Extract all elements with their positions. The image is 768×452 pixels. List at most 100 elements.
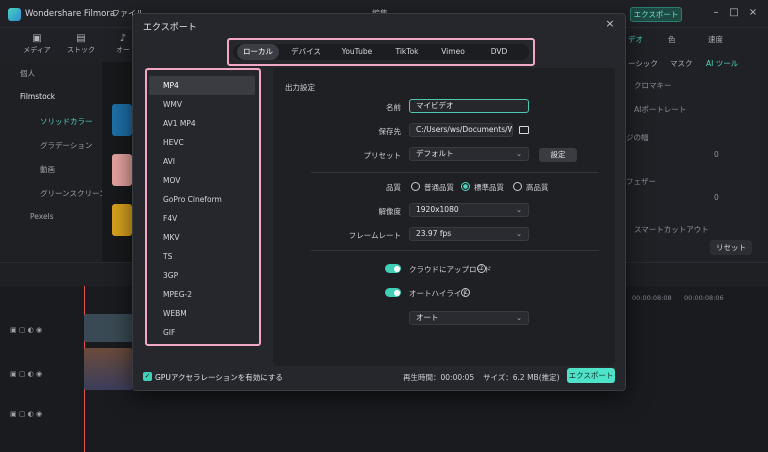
format-mov[interactable]: MOV — [149, 171, 255, 190]
format-ts[interactable]: TS — [149, 247, 255, 266]
chevron-down-icon: ⌄ — [516, 206, 522, 214]
filmora-logo-icon — [8, 8, 21, 21]
chevron-down-icon: ⌄ — [516, 150, 522, 158]
track-controls[interactable]: ▣ ▢ ◐ ◉ — [10, 410, 42, 418]
rp-tab-speed[interactable]: 速度 — [708, 34, 723, 45]
auto-highlight-toggle[interactable] — [385, 288, 401, 297]
maximize-icon[interactable]: □ — [728, 7, 740, 19]
tab-local[interactable]: ローカル — [237, 44, 279, 60]
format-avi[interactable]: AVI — [149, 152, 255, 171]
rp-tab-color[interactable]: 色 — [668, 34, 676, 45]
auto-highlight-label: オートハイライト — [409, 289, 469, 298]
format-av1-mp4[interactable]: AV1 MP4 — [149, 114, 255, 133]
minimize-icon[interactable]: – — [710, 7, 722, 19]
cloud-upload-toggle[interactable] — [385, 264, 401, 273]
timeline-clip[interactable] — [84, 348, 132, 390]
close-icon[interactable]: × — [603, 17, 617, 31]
dialog-title: エクスポート — [143, 23, 197, 33]
rp-subtab-ai[interactable]: AI ツール — [706, 58, 738, 69]
lp-solid-color[interactable]: ソリッドカラー — [40, 116, 93, 127]
name-label: 名前 — [386, 103, 401, 112]
rp-feather: フェザー — [626, 177, 656, 186]
lp-video[interactable]: 動画 — [40, 164, 55, 175]
tab-youtube[interactable]: YouTube — [333, 44, 381, 60]
format-mp4[interactable]: MP4 — [149, 76, 255, 95]
format-f4v[interactable]: F4V — [149, 209, 255, 228]
save-location-input[interactable]: C:/Users/ws/Documents/Won — [409, 123, 513, 137]
timecode: 00:00:08:06 — [684, 294, 724, 302]
export-tabs: ローカル デバイス YouTube TikTok Vimeo DVD — [233, 44, 529, 60]
stock-icon: ▤ — [76, 33, 86, 44]
rp-subtab-mask[interactable]: マスク — [670, 58, 693, 69]
thumbnail[interactable] — [112, 104, 132, 136]
format-gopro-cineform[interactable]: GoPro Cineform — [149, 190, 255, 209]
gpu-checkbox[interactable]: ✓ — [143, 372, 152, 381]
help-icon[interactable]: ? — [477, 264, 486, 273]
export-button[interactable]: エクスポート — [567, 368, 615, 383]
tab-dvd[interactable]: DVD — [479, 44, 519, 60]
format-webm[interactable]: WEBM — [149, 304, 255, 323]
timeline-clip[interactable] — [84, 314, 132, 342]
settings-button[interactable]: 設定 — [539, 148, 577, 162]
rp-chroma: クロマキー — [634, 81, 672, 90]
thumbnail[interactable] — [112, 204, 132, 236]
lp-green-screen[interactable]: グリーンスクリーン — [40, 188, 107, 199]
reset-button[interactable]: リセット — [710, 240, 752, 255]
export-dialog: エクスポート × ローカル デバイス YouTube TikTok Vimeo … — [132, 13, 626, 391]
rp-ai-portrait: AIポートレート — [634, 105, 687, 114]
format-mpeg2[interactable]: MPEG-2 — [149, 285, 255, 304]
format-wmv[interactable]: WMV — [149, 95, 255, 114]
quality-normal-label: 普通品質 — [424, 183, 454, 192]
chevron-down-icon: ⌄ — [516, 230, 522, 238]
lp-personal[interactable]: 個人 — [20, 68, 35, 79]
track-controls[interactable]: ▣ ▢ ◐ ◉ — [10, 326, 42, 334]
toolbar-media[interactable]: ▣ メディア — [22, 32, 52, 55]
rp-smart-cutout: スマートカットアウト — [634, 225, 709, 234]
thumbnail[interactable] — [112, 154, 132, 186]
resolution-select[interactable]: 1920x1080 ⌄ — [409, 203, 529, 217]
rp-edge-width: ジの幅 — [626, 133, 649, 142]
format-hevc[interactable]: HEVC — [149, 133, 255, 152]
preset-select[interactable]: デフォルト ⌄ — [409, 147, 529, 161]
save-location-label: 保存先 — [378, 127, 402, 136]
quality-high-radio[interactable] — [513, 182, 522, 191]
resolution-label: 解像度 — [378, 207, 402, 216]
rp-tab-video[interactable]: デオ — [628, 34, 643, 45]
format-gif[interactable]: GIF — [149, 323, 255, 342]
lp-gradient[interactable]: グラデーション — [40, 140, 92, 151]
framerate-select[interactable]: 23.97 fps ⌄ — [409, 227, 529, 241]
close-window-icon[interactable]: × — [747, 7, 759, 19]
format-3gp[interactable]: 3GP — [149, 266, 255, 285]
preset-label: プリセット — [363, 151, 402, 160]
lp-pexels[interactable]: Pexels — [30, 212, 54, 221]
divider — [311, 250, 599, 251]
name-input[interactable]: マイビデオ — [409, 99, 529, 113]
auto-highlight-select[interactable]: オート ⌄ — [409, 311, 529, 325]
gpu-label: GPUアクセラレーションを有効にする — [155, 373, 283, 382]
section-title: 出力設定 — [285, 83, 315, 92]
chevron-down-icon: ⌄ — [516, 314, 522, 322]
help-icon[interactable]: ? — [461, 288, 470, 297]
rp-subtab-basic[interactable]: ーシック — [628, 58, 658, 69]
track-controls[interactable]: ▣ ▢ ◐ ◉ — [10, 370, 42, 378]
media-icon: ▣ — [32, 33, 42, 44]
quality-standard-radio[interactable] — [461, 182, 470, 191]
top-export-button[interactable]: エクスポート — [630, 7, 682, 22]
lp-filmstock[interactable]: Filmstock — [20, 92, 55, 101]
rp-value: 0 — [714, 150, 719, 159]
toolbar-stock[interactable]: ▤ ストック — [66, 32, 96, 55]
tab-tiktok[interactable]: TikTok — [387, 44, 427, 60]
quality-normal-radio[interactable] — [411, 182, 420, 191]
output-settings-panel: 出力設定 名前 マイビデオ 保存先 C:/Users/ws/Documents/… — [273, 68, 615, 366]
size-text: サイズ：6.2 MB(推定) — [483, 373, 560, 382]
app-title: Wondershare Filmora — [25, 9, 116, 19]
quality-high-label: 高品質 — [526, 183, 549, 192]
duration-text: 再生時間：00:00:05 — [403, 373, 475, 382]
folder-icon[interactable] — [519, 126, 529, 134]
rp-value: 0 — [714, 193, 719, 202]
tab-device[interactable]: デバイス — [285, 44, 327, 60]
timecode: 00:00:08:08 — [632, 294, 672, 302]
format-mkv[interactable]: MKV — [149, 228, 255, 247]
quality-label: 品質 — [386, 183, 401, 192]
tab-vimeo[interactable]: Vimeo — [433, 44, 473, 60]
